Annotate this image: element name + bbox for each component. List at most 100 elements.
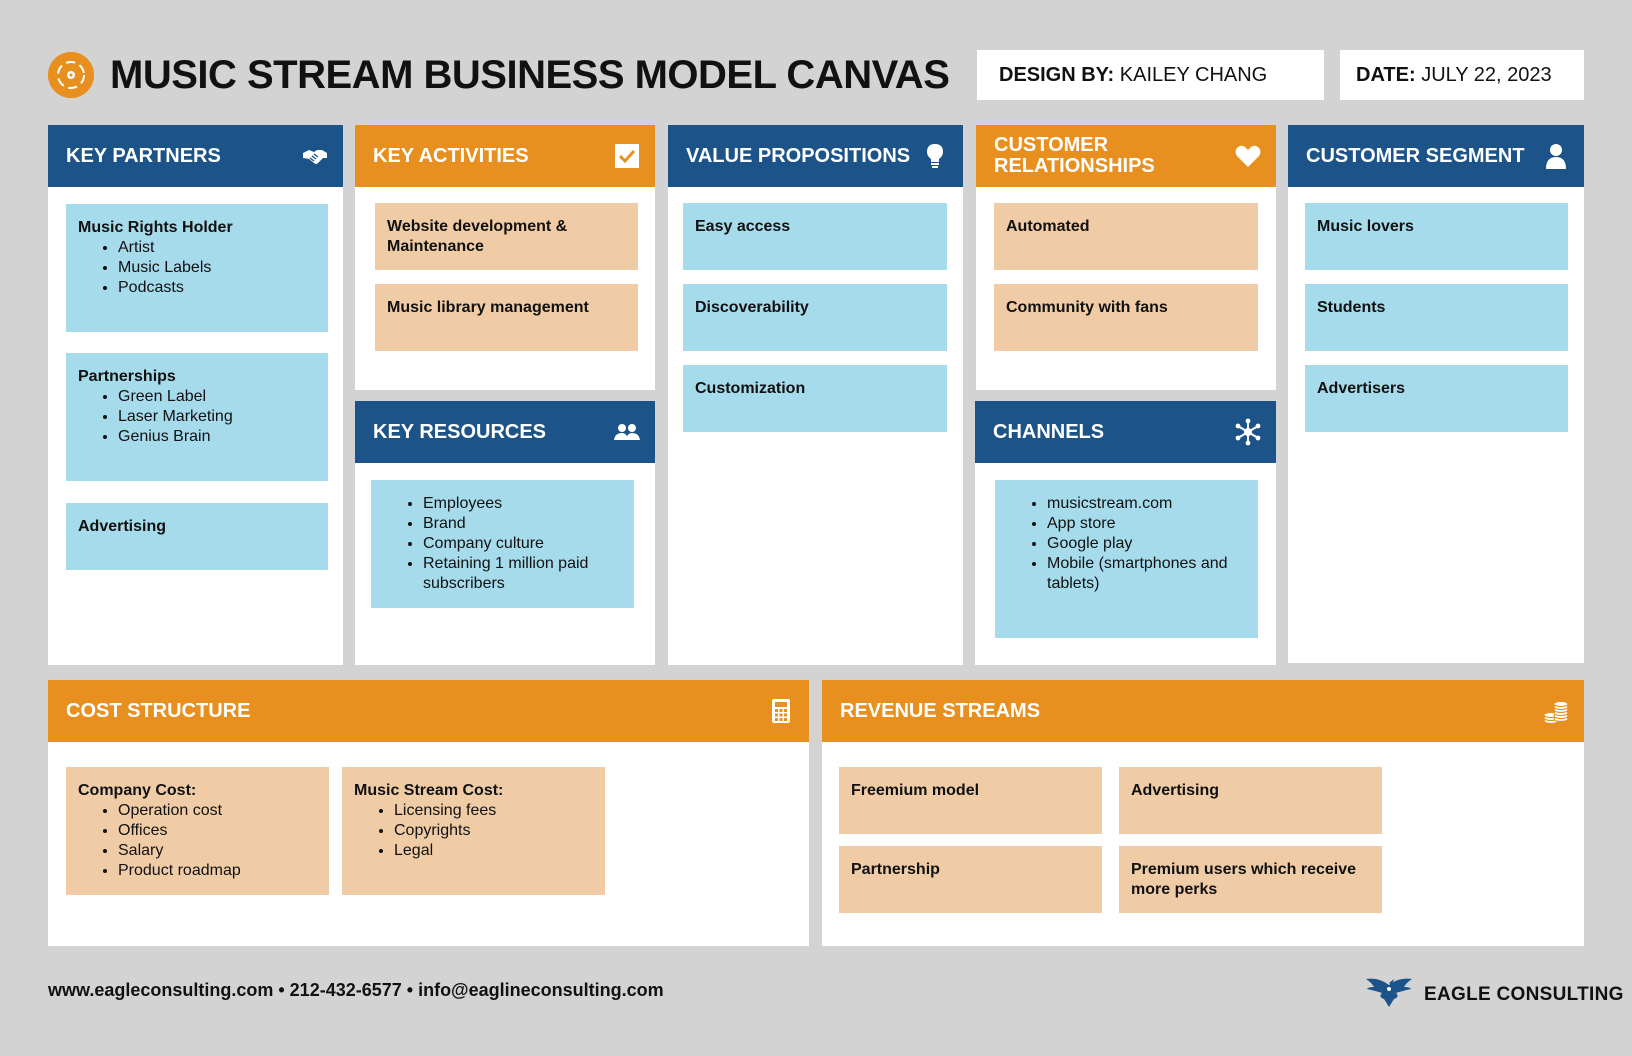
network-icon: [1234, 418, 1262, 446]
card-title: Automated: [1006, 218, 1090, 235]
date-label: DATE:: [1356, 64, 1416, 86]
list-item: Music Labels: [118, 258, 316, 278]
coins-icon: [1542, 697, 1570, 725]
card-title: Advertising: [1131, 782, 1220, 799]
design-by-value: KAILEY CHANG: [1119, 64, 1268, 86]
list-item: Artist: [118, 238, 316, 258]
list-item: musicstream.com: [1047, 494, 1246, 514]
revenue-streams-card-premium: Premium users which receive more perks: [1119, 846, 1382, 913]
channels-column: CHANNELS musicstream.com App store Googl…: [975, 401, 1276, 665]
list-item: Product roadmap: [118, 861, 317, 881]
key-activities-card-library: Music library management: [375, 284, 638, 351]
card-title: Customization: [695, 380, 806, 397]
footer-contact: www.eagleconsulting.com • 212-432-6577 •…: [48, 980, 664, 1000]
calculator-icon: [767, 697, 795, 725]
list-item: Retaining 1 million paid subscribers: [423, 554, 622, 594]
cost-structure-card-company: Company Cost: Operation cost Offices Sal…: [66, 767, 329, 895]
channels-title: CHANNELS: [993, 420, 1105, 443]
customer-segment-header: CUSTOMER SEGMENT: [1288, 125, 1584, 187]
date-box: DATE: JULY 22, 2023: [1340, 50, 1584, 100]
list-item: Podcasts: [118, 278, 316, 298]
list-item: Mobile (smartphones and tablets): [1047, 554, 1246, 594]
value-propositions-card-discoverability: Discoverability: [683, 284, 947, 351]
key-activities-title: KEY ACTIVITIES: [373, 144, 529, 167]
card-title: Easy access: [695, 218, 791, 235]
revenue-streams-title: REVENUE STREAMS: [840, 699, 1041, 722]
card-list: Employees Brand Company culture Retainin…: [383, 494, 622, 594]
brand-name: EAGLE CONSULTING: [1424, 983, 1624, 1005]
customer-segment-column: CUSTOMER SEGMENT Music lovers Students A…: [1288, 125, 1584, 663]
key-partners-header: KEY PARTNERS: [48, 125, 343, 187]
list-item: Laser Marketing: [118, 407, 316, 427]
customer-relationships-header: CUSTOMER RELATIONSHIPS: [976, 125, 1276, 187]
list-item: Licensing fees: [394, 801, 593, 821]
channels-card: musicstream.com App store Google play Mo…: [995, 480, 1258, 638]
key-partners-title: KEY PARTNERS: [66, 144, 221, 167]
list-item: Company culture: [423, 534, 622, 554]
list-item: Copyrights: [394, 821, 593, 841]
key-resources-header: KEY RESOURCES: [355, 401, 655, 463]
card-list: Operation cost Offices Salary Product ro…: [78, 801, 317, 881]
list-item: Google play: [1047, 534, 1246, 554]
card-title: Music Stream Cost:: [354, 782, 504, 799]
customer-relationships-card-automated: Automated: [994, 203, 1258, 270]
card-title: Students: [1317, 299, 1386, 316]
people-icon: [613, 418, 641, 446]
revenue-streams-card-partnership: Partnership: [839, 846, 1102, 913]
lightbulb-icon: [921, 142, 949, 170]
vinyl-disc-icon: [48, 52, 94, 98]
card-list: Green Label Laser Marketing Genius Brain: [78, 387, 316, 447]
eagle-icon: [1364, 975, 1414, 1014]
card-title: Advertisers: [1317, 380, 1406, 397]
card-list: musicstream.com App store Google play Mo…: [1007, 494, 1246, 594]
date-value: JULY 22, 2023: [1421, 64, 1552, 86]
list-item: Brand: [423, 514, 622, 534]
heart-icon: [1234, 142, 1262, 170]
list-item: Genius Brain: [118, 427, 316, 447]
handshake-icon: [301, 142, 329, 170]
key-resources-title: KEY RESOURCES: [373, 420, 547, 443]
key-partners-column: KEY PARTNERS Music Rights Holder Artist …: [48, 125, 343, 665]
value-propositions-column: VALUE PROPOSITIONS Easy access Discovera…: [668, 125, 963, 665]
card-title: Premium users which receive more perks: [1131, 861, 1356, 898]
channels-header: CHANNELS: [975, 401, 1276, 463]
cost-structure-card-music-stream: Music Stream Cost: Licensing fees Copyri…: [342, 767, 605, 895]
list-item: Legal: [394, 841, 593, 861]
card-title: Music lovers: [1317, 218, 1414, 235]
person-icon: [1542, 142, 1570, 170]
card-title: Website development & Maintenance: [387, 218, 568, 255]
list-item: App store: [1047, 514, 1246, 534]
list-item: Green Label: [118, 387, 316, 407]
value-propositions-card-customization: Customization: [683, 365, 947, 432]
card-title: Music library management: [387, 299, 589, 316]
list-item: Offices: [118, 821, 317, 841]
card-title: Community with fans: [1006, 299, 1168, 316]
key-activities-card-website: Website development & Maintenance: [375, 203, 638, 270]
cost-structure-column: COST STRUCTURE Company Cost: Operation c…: [48, 680, 809, 946]
key-partners-card-rights: Music Rights Holder Artist Music Labels …: [66, 204, 328, 332]
value-propositions-header: VALUE PROPOSITIONS: [668, 125, 963, 187]
customer-segment-title: CUSTOMER SEGMENT: [1306, 144, 1525, 167]
value-propositions-title: VALUE PROPOSITIONS: [686, 144, 911, 167]
card-title: Freemium model: [851, 782, 980, 799]
customer-relationships-column: CUSTOMER RELATIONSHIPS Automated Communi…: [976, 125, 1276, 390]
cost-structure-header: COST STRUCTURE: [48, 680, 809, 742]
key-resources-card: Employees Brand Company culture Retainin…: [371, 480, 634, 608]
key-resources-column: KEY RESOURCES Employees Brand Company cu…: [355, 401, 655, 665]
key-partners-card-partnerships: Partnerships Green Label Laser Marketing…: [66, 353, 328, 481]
card-title: Advertising: [78, 518, 167, 535]
card-title: Music Rights Holder: [78, 219, 233, 236]
revenue-streams-column: REVENUE STREAMS Freemium model Advertisi…: [822, 680, 1584, 946]
customer-segment-card-music-lovers: Music lovers: [1305, 203, 1568, 270]
card-title: Discoverability: [695, 299, 809, 316]
checkbox-icon: [613, 142, 641, 170]
card-list: Artist Music Labels Podcasts: [78, 238, 316, 298]
key-partners-card-advertising: Advertising: [66, 503, 328, 570]
revenue-streams-header: REVENUE STREAMS: [822, 680, 1584, 742]
value-propositions-card-easy-access: Easy access: [683, 203, 947, 270]
customer-relationships-title: CUSTOMER RELATIONSHIPS: [994, 134, 1155, 177]
customer-segment-card-advertisers: Advertisers: [1305, 365, 1568, 432]
revenue-streams-card-freemium: Freemium model: [839, 767, 1102, 834]
revenue-streams-card-advertising: Advertising: [1119, 767, 1382, 834]
card-list: Licensing fees Copyrights Legal: [354, 801, 593, 861]
